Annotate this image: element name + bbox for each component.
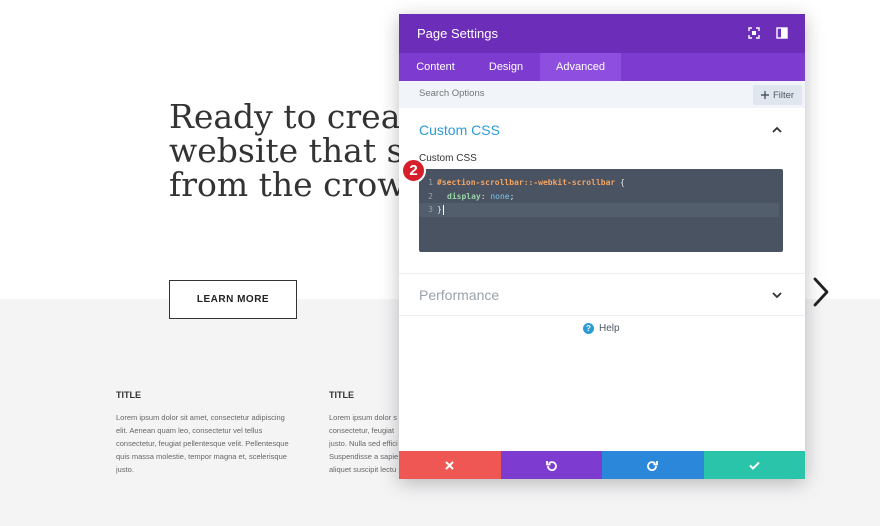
css-colon: : bbox=[480, 191, 491, 201]
modal-title: Page Settings bbox=[417, 26, 498, 41]
filter-button[interactable]: Filter bbox=[753, 85, 802, 105]
column-text: Lorem ipsum dolor sit amet, consectetur … bbox=[116, 413, 289, 474]
sidebar-toggle-icon[interactable] bbox=[776, 27, 788, 39]
save-button[interactable] bbox=[703, 451, 805, 479]
custom-css-section-toggle[interactable]: Custom CSS bbox=[399, 108, 805, 150]
css-property: display bbox=[447, 191, 481, 201]
save-check-icon bbox=[749, 461, 760, 470]
tab-advanced[interactable]: Advanced bbox=[540, 53, 621, 81]
custom-css-section-title: Custom CSS bbox=[419, 122, 500, 138]
custom-css-code-editor[interactable]: 1 #section-scrollbar::-webkit-scrollbar … bbox=[419, 169, 783, 252]
css-open-brace: { bbox=[615, 178, 625, 188]
divider bbox=[399, 273, 805, 274]
filter-label: Filter bbox=[772, 89, 795, 101]
chevron-up-icon[interactable] bbox=[772, 126, 782, 134]
learn-more-button[interactable]: LEARN MORE bbox=[169, 280, 297, 319]
modal-footer bbox=[399, 451, 805, 479]
help-link[interactable]: ? Help bbox=[583, 323, 620, 334]
code-line-active: 3 } bbox=[419, 203, 779, 217]
search-bar: Filter bbox=[399, 81, 805, 108]
line-number: 2 bbox=[428, 191, 433, 201]
chevron-down-icon[interactable] bbox=[772, 291, 782, 299]
divider bbox=[399, 315, 805, 316]
code-line: 1 #section-scrollbar::-webkit-scrollbar … bbox=[419, 176, 783, 190]
css-semicolon: ; bbox=[509, 191, 515, 201]
page-settings-modal: Page Settings Content Design Advanced Fi… bbox=[399, 14, 805, 479]
undo-button[interactable] bbox=[500, 451, 602, 479]
column-text: Lorem ipsum dolor s consectetur, feugiat… bbox=[329, 413, 399, 474]
tab-design[interactable]: Design bbox=[472, 53, 540, 81]
content-column-2: TITLE Lorem ipsum dolor s consectetur, f… bbox=[329, 390, 404, 476]
performance-section-title[interactable]: Performance bbox=[419, 287, 499, 303]
help-icon: ? bbox=[583, 323, 594, 334]
cancel-button[interactable] bbox=[399, 451, 501, 479]
cancel-icon bbox=[445, 460, 454, 470]
expand-icon[interactable] bbox=[748, 27, 760, 39]
css-value: none bbox=[490, 191, 510, 201]
redo-button[interactable] bbox=[602, 451, 704, 479]
settings-tabs: Content Design Advanced bbox=[399, 53, 805, 81]
tab-content[interactable]: Content bbox=[399, 53, 472, 81]
step-number-badge: 2 bbox=[401, 158, 426, 183]
content-column-1: TITLE Lorem ipsum dolor sit amet, consec… bbox=[116, 390, 291, 476]
search-options-input[interactable] bbox=[419, 88, 619, 99]
help-label: Help bbox=[599, 323, 620, 334]
redo-icon bbox=[647, 460, 659, 471]
code-line: 2 display : none ; bbox=[419, 190, 783, 204]
text-cursor bbox=[442, 204, 444, 215]
column-title: TITLE bbox=[329, 390, 354, 400]
css-selector: #section-scrollbar::-webkit-scrollbar bbox=[437, 178, 616, 188]
custom-css-field-label: Custom CSS bbox=[419, 153, 477, 164]
css-close-brace: } bbox=[437, 205, 442, 215]
line-number: 3 bbox=[428, 205, 433, 215]
chevron-right-icon[interactable] bbox=[810, 276, 832, 308]
modal-header: Page Settings bbox=[399, 14, 805, 53]
column-title: TITLE bbox=[116, 390, 141, 400]
undo-icon bbox=[545, 460, 557, 471]
plus-icon bbox=[760, 91, 769, 99]
